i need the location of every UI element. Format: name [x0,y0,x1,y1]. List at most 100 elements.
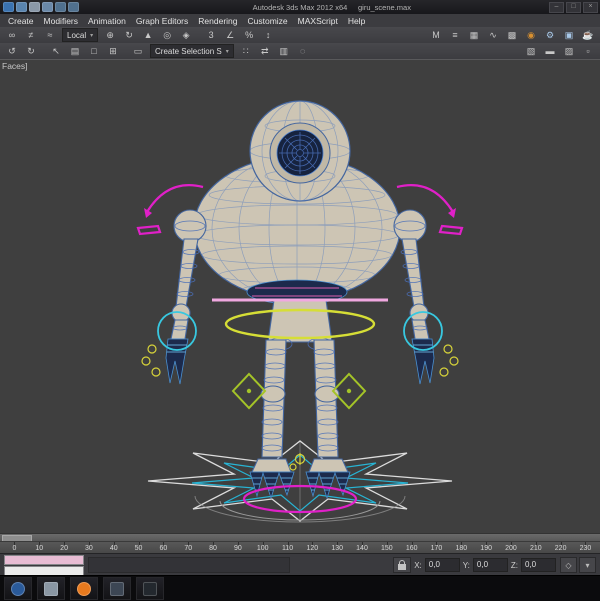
start-button[interactable] [4,577,32,600]
undo-icon[interactable]: ↺ [3,43,21,59]
robot-left-arm[interactable] [165,210,206,384]
menu-customize[interactable]: Customize [243,16,293,26]
select-object-icon[interactable]: ↖ [47,43,65,59]
layer-manager-icon[interactable]: ▦ [465,27,483,43]
maxscript-mini-listener[interactable] [4,555,84,576]
select-and-manipulate-icon[interactable]: ◈ [177,27,195,43]
array-icon[interactable]: ∷ [237,43,255,59]
file-explorer-icon[interactable] [37,577,65,600]
isolate-selection-icon[interactable]: ◌ [294,43,312,59]
menu-bar: CreateModifiersAnimationGraph EditorsRen… [0,14,600,28]
robot-pelvis [268,300,332,342]
spinner-snap-icon[interactable]: ↕ [259,27,277,43]
render-production-icon[interactable]: ☕ [579,27,597,43]
menu-animation[interactable]: Animation [83,16,131,26]
select-and-scale-icon[interactable]: ▲ [139,27,157,43]
window-crossing-icon[interactable]: ⊞ [104,43,122,59]
media-app-icon[interactable] [136,577,164,600]
render-setup-icon[interactable]: ⚙ [541,27,559,43]
spacing-tool-icon[interactable]: ▥ [275,43,293,59]
redo-button[interactable] [68,2,79,12]
minimize-button[interactable]: – [549,2,564,13]
close-button[interactable]: × [583,2,598,13]
time-tag-button[interactable]: ▾ [579,557,596,573]
app-window-icon[interactable] [103,577,131,600]
right-hand-curl-gizmos[interactable] [440,345,458,376]
app-menu-button[interactable] [3,2,14,12]
select-and-move-icon[interactable]: ⊕ [101,27,119,43]
firefox-icon[interactable] [70,577,98,600]
left-hand-curl-gizmos[interactable] [142,345,160,376]
left-claw [166,339,188,384]
percent-snap-icon[interactable]: % [240,27,258,43]
undo-button[interactable] [55,2,66,12]
robot-left-leg[interactable] [261,340,286,457]
angle-snap-icon[interactable]: ∠ [221,27,239,43]
toolbar-separator [196,29,201,41]
rectangular-selection-icon[interactable]: □ [85,43,103,59]
open-file-button[interactable] [29,2,40,12]
new-scene-button[interactable] [16,2,27,12]
use-pivot-point-icon[interactable]: ◎ [158,27,176,43]
material-editor-icon[interactable]: ◉ [522,27,540,43]
chevron-down-icon: ▾ [226,48,229,55]
menu-rendering[interactable]: Rendering [193,16,242,26]
select-and-link-icon[interactable]: ∞ [3,27,21,43]
left-shoulder-arc-gizmo[interactable] [147,185,203,212]
viewport-shading-label[interactable]: Faces] [2,61,28,71]
snaps-toggle-icon[interactable]: 3 [202,27,220,43]
edit-named-selection-sets-icon[interactable]: ▭ [129,43,147,59]
viewport-canvas[interactable] [0,60,600,534]
robot-right-foot[interactable] [306,459,350,498]
robot-left-foot[interactable] [250,459,294,498]
reference-coordinate-system-dropdown[interactable]: Local▾ [62,28,98,42]
align-icon[interactable]: ≡ [446,27,464,43]
z-coordinate-field[interactable]: 0,0 [521,558,556,572]
mirror-icon[interactable]: M [427,27,445,43]
menu-graph-editors[interactable]: Graph Editors [131,16,193,26]
listener-macro-row[interactable] [4,555,84,565]
robot-eye[interactable] [270,123,330,183]
property-editor-icon[interactable]: ▫ [579,43,597,59]
maximize-button[interactable]: □ [566,2,581,13]
window-title: Autodesk 3ds Max 2012 x64 [253,3,348,12]
x-coordinate-field[interactable]: 0,0 [425,558,460,572]
toolbar-separator [123,45,128,57]
y-coordinate-field[interactable]: 0,0 [473,558,508,572]
select-by-name-icon[interactable]: ▤ [66,43,84,59]
left-plate-gizmo[interactable] [138,226,160,234]
listener-script-row[interactable] [4,566,84,576]
robot-right-arm[interactable] [394,210,435,384]
save-file-button[interactable] [42,2,53,12]
menu-maxscript[interactable]: MAXScript [293,16,343,26]
graphite-ribbon-icon[interactable]: ▬ [541,43,559,59]
firefox-icon-glyph [77,582,91,596]
selection-lock-toggle[interactable] [393,557,411,573]
menu-modifiers[interactable]: Modifiers [39,16,83,26]
named-selection-sets-dropdown[interactable]: Create Selection S▾ [150,44,234,58]
taskbar [0,575,600,601]
rendered-frame-icon[interactable]: ▣ [560,27,578,43]
bind-to-space-warp-icon[interactable]: ≈ [41,27,59,43]
title-bar[interactable]: Autodesk 3ds Max 2012 x64 giru_scene.max… [0,0,600,14]
select-and-rotate-icon[interactable]: ↻ [120,27,138,43]
perspective-viewport[interactable]: Faces] [0,59,600,534]
align-camera-icon[interactable]: ⇄ [256,43,274,59]
schematic-view-icon[interactable]: ▩ [503,27,521,43]
redo-icon[interactable]: ↻ [22,43,40,59]
right-shoulder-arc-gizmo[interactable] [397,185,453,212]
toolbar-row-1: ∞≠≈Local▾⊕↻▲◎◈ 3∠%↕ M≡▦∿▩◉⚙▣☕ [0,27,600,44]
robot-right-leg[interactable] [314,340,339,457]
right-plate-gizmo[interactable] [440,226,462,234]
robot-model[interactable] [165,101,435,498]
unlink-selection-icon[interactable]: ≠ [22,27,40,43]
manage-layers-icon[interactable]: ▧ [522,43,540,59]
menu-help[interactable]: Help [343,16,370,26]
menu-create[interactable]: Create [3,16,39,26]
left-knee-diamond-gizmo[interactable] [233,374,265,408]
coordinate-display: X: 0,0 Y: 0,0 Z: 0,0 [393,557,556,573]
curve-editor-icon[interactable]: ∿ [484,27,502,43]
absolute-offset-mode-toggle[interactable]: ◇ [560,557,577,573]
scene-explorer-icon[interactable]: ▨ [560,43,578,59]
status-bar: X: 0,0 Y: 0,0 Z: 0,0 ◇▾ [0,553,600,576]
